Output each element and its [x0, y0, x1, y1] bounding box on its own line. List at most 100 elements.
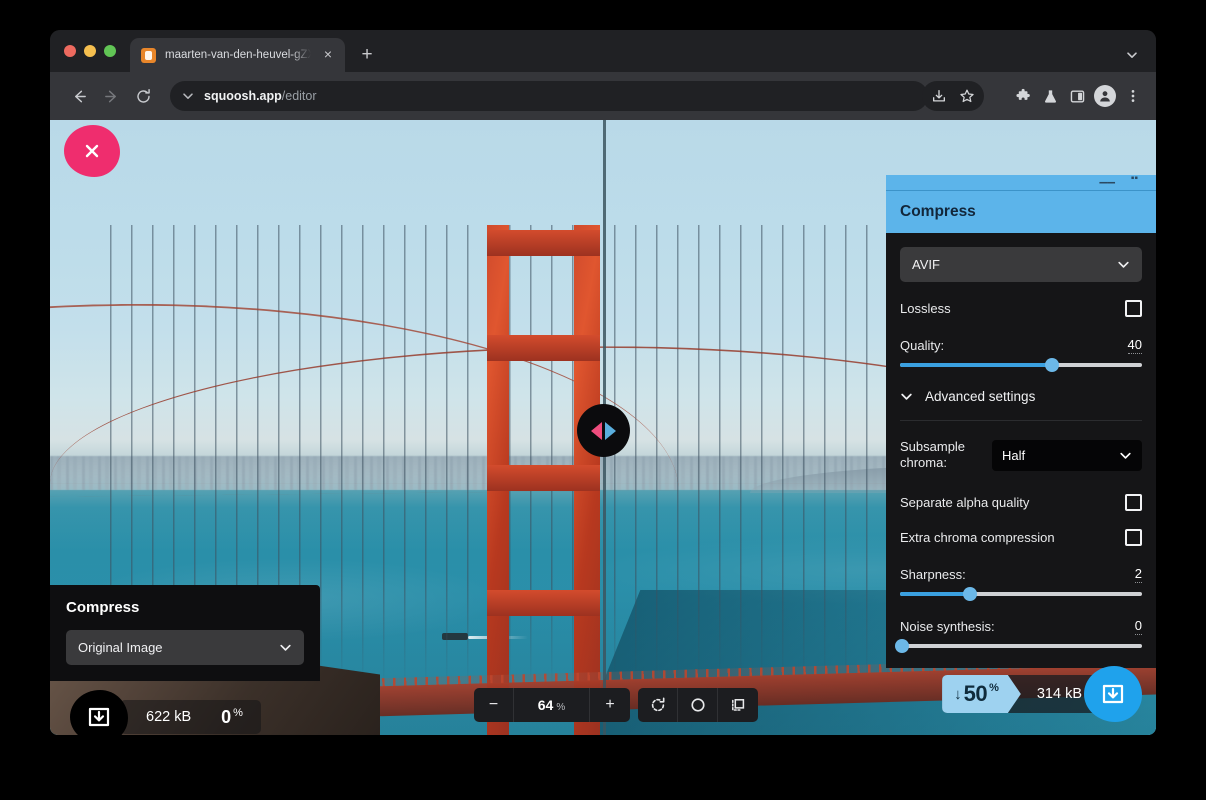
quality-row: Quality: 40: [900, 337, 1142, 354]
original-stats-bar: 622 kB 0%: [50, 690, 261, 735]
forward-arrow-icon[interactable]: [96, 81, 126, 111]
fit-to-screen-icon[interactable]: [718, 688, 758, 722]
sharpness-slider-fill: [900, 591, 971, 596]
omnibox-chevron-down-icon[interactable]: [182, 90, 194, 102]
chevron-down-icon: [1120, 452, 1131, 459]
panel-minimize-icon[interactable]: ▁▁: [1100, 175, 1115, 184]
zoom-in-button[interactable]: +: [590, 688, 630, 722]
original-format-select[interactable]: Original Image: [66, 630, 304, 665]
browser-tab[interactable]: maarten-van-den-heuvel-gZX ×: [130, 38, 345, 72]
sharpness-label: Sharpness:: [900, 566, 966, 582]
window-minimize-button[interactable]: [84, 45, 96, 57]
original-format-value: Original Image: [78, 640, 163, 655]
chevron-down-icon: [901, 393, 912, 400]
subsample-chroma-select[interactable]: Half: [992, 439, 1142, 471]
browser-window: maarten-van-den-heuvel-gZX × + squoosh.a…: [50, 30, 1156, 735]
noise-synthesis-label: Noise synthesis:: [900, 618, 995, 634]
noise-synthesis-slider[interactable]: [895, 638, 1142, 653]
size-reduction-value: 50: [963, 681, 988, 706]
rotate-icon[interactable]: [638, 688, 678, 722]
compress-panel-header: Compress: [886, 190, 1156, 233]
separate-alpha-quality-checkbox[interactable]: [1125, 493, 1142, 511]
download-original-button[interactable]: [70, 690, 128, 735]
size-reduction-badge: ↓ 50 %: [942, 675, 1021, 713]
tab-close-icon[interactable]: ×: [320, 47, 336, 63]
address-bar[interactable]: squoosh.app/editor: [170, 81, 928, 111]
quality-label: Quality:: [900, 338, 945, 353]
tab-title: maarten-van-den-heuvel-gZX: [165, 49, 311, 61]
quality-value: 40: [1127, 337, 1142, 354]
zoom-level-value[interactable]: 64%: [514, 688, 590, 722]
photo-tower-brace: [487, 590, 600, 616]
lossless-checkbox[interactable]: [1125, 300, 1142, 317]
bookmark-star-icon[interactable]: [954, 83, 980, 109]
new-tab-button[interactable]: +: [353, 41, 381, 69]
arrow-right-icon: [605, 421, 616, 440]
output-format-select[interactable]: AVIF: [900, 247, 1142, 282]
compress-panel-top-strip: ▁▁ ▪▪: [886, 175, 1156, 190]
back-arrow-icon[interactable]: [64, 81, 94, 111]
download-icon: [88, 707, 110, 727]
tab-list-chevron-down-icon[interactable]: [1122, 45, 1142, 65]
extra-chroma-compression-checkbox[interactable]: [1125, 528, 1142, 546]
browser-toolbar-actions: [1010, 83, 1146, 109]
zoom-controls-group: − 64% +: [474, 688, 630, 722]
subsample-chroma-label: Subsample chroma:: [900, 439, 966, 471]
panel-options-icon[interactable]: ▪▪: [1131, 175, 1138, 184]
arrow-down-icon: ↓: [954, 685, 962, 703]
original-stats-pill: 622 kB 0%: [120, 700, 261, 734]
quality-slider-fill: [900, 363, 1053, 367]
sharpness-slider[interactable]: [900, 586, 1142, 601]
advanced-settings-label: Advanced settings: [925, 389, 1036, 404]
extra-chroma-compression-label: Extra chroma compression: [900, 529, 1055, 545]
tab-favicon-icon: [141, 47, 156, 63]
toggle-background-circle-icon[interactable]: [678, 688, 718, 722]
zoom-level-unit: %: [556, 702, 566, 713]
lossless-label: Lossless: [900, 301, 951, 316]
squoosh-editor-viewport[interactable]: Compress Original Image 622 kB 0% − 64%: [50, 120, 1156, 735]
zoom-level-number: 64: [537, 697, 554, 713]
install-app-icon[interactable]: [926, 83, 952, 109]
view-controls-group: [638, 688, 758, 722]
close-icon: [85, 144, 99, 158]
comparison-drag-handle[interactable]: [577, 404, 630, 457]
original-reduction-value: 0: [221, 706, 232, 727]
compress-settings-panel: ▁▁ ▪▪ Compress AVIF Lossless Quality: 40: [886, 175, 1156, 668]
subsample-chroma-value: Half: [1002, 447, 1026, 463]
quality-slider-thumb[interactable]: [1045, 358, 1060, 372]
photo-tower-brace: [487, 335, 600, 361]
window-maximize-button[interactable]: [104, 45, 116, 57]
more-menu-icon[interactable]: [1120, 83, 1146, 109]
profile-avatar-icon[interactable]: [1094, 85, 1116, 107]
compress-panel-body: AVIF Lossless Quality: 40 Advanced setti…: [886, 233, 1156, 668]
reload-icon[interactable]: [128, 81, 158, 111]
window-close-button[interactable]: [64, 45, 76, 57]
original-file-size: 622 kB: [146, 709, 192, 725]
close-editor-button[interactable]: [64, 125, 120, 177]
noise-synthesis-row: Noise synthesis: 0: [900, 618, 1142, 635]
download-icon: [1102, 684, 1124, 704]
labs-beaker-icon[interactable]: [1037, 83, 1063, 109]
noise-synthesis-slider-thumb[interactable]: [895, 638, 910, 653]
lossless-row[interactable]: Lossless: [900, 300, 1142, 317]
original-image-panel: Compress Original Image: [50, 585, 320, 681]
browser-toolbar: squoosh.app/editor: [50, 72, 1156, 120]
left-panel-title: Compress: [66, 599, 140, 616]
extensions-puzzle-icon[interactable]: [1010, 83, 1036, 109]
address-bar-path: /editor: [281, 89, 317, 103]
size-reduction-unit: %: [989, 682, 999, 694]
separate-alpha-quality-row[interactable]: Separate alpha quality: [900, 493, 1142, 511]
side-panel-icon[interactable]: [1064, 83, 1090, 109]
advanced-settings-toggle[interactable]: Advanced settings: [900, 389, 1142, 404]
omnibox-action-icons: [922, 81, 984, 111]
zoom-out-button[interactable]: −: [474, 688, 514, 722]
compress-panel-title: Compress: [900, 203, 976, 220]
sharpness-slider-thumb[interactable]: [963, 586, 978, 601]
sharpness-value: 2: [1134, 565, 1142, 583]
extra-chroma-compression-row[interactable]: Extra chroma compression: [900, 528, 1142, 546]
download-compressed-button[interactable]: [1084, 666, 1142, 722]
chevron-down-icon: [280, 644, 291, 651]
quality-slider[interactable]: [900, 358, 1142, 372]
advanced-settings-divider: [900, 420, 1142, 421]
chevron-down-icon: [1118, 261, 1129, 268]
